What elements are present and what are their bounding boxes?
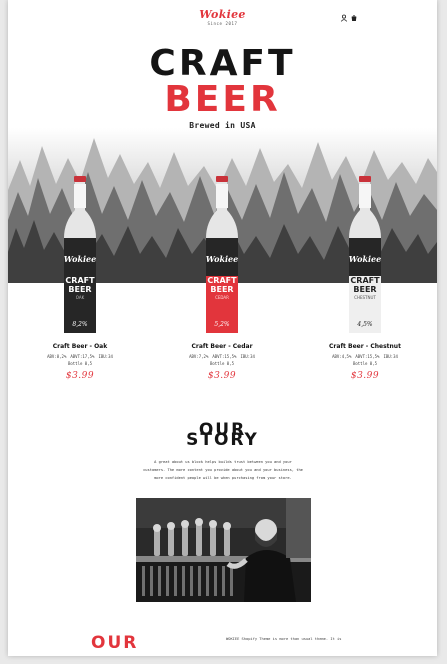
story-text-line: more confident people will be when purch… [154,476,292,481]
product-price: $3.99 [350,371,380,381]
product-specs: ABV:8,2% ABVT:17,5% IBU:34 [15,353,145,360]
hero-subtitle: Brewed in USA [189,121,256,130]
bartender-photo [136,498,311,602]
logo-text: Wokiee [199,8,246,21]
product-card-chestnut: Craft Beer - Chestnut ABV:4,5% ABVT:15,5%… [300,342,430,382]
product-card-cedar: Craft Beer - Cedar ABV:7,2% ABVT:15,5% IBU… [157,342,287,382]
bottle-label-top: CRAFT [350,276,380,285]
bottle-badge: 4,5% [356,321,373,328]
product-ibu: IBU:34 [240,354,255,359]
section-text: WOKIEE Shopify Theme is more than usual … [226,635,366,643]
svg-text:Wokiee: Wokiee [64,254,96,264]
product-abv: ABV:4,5% [332,354,352,359]
product-bottle-size: Bottle 0,5 [67,361,93,366]
product-abvt: ABVT:15,5% [355,354,380,359]
product-bottle-size: Bottle 0,5 [209,361,235,366]
product-abvt: ABVT:15,5% [212,354,237,359]
product-abv: ABV:8,2% [47,354,67,359]
product-ibu: IBU:34 [383,354,398,359]
bottle-label-bottom: BEER [68,285,91,294]
product-ibu: IBU:34 [98,354,113,359]
product-bottle-cedar[interactable]: Wokiee CRAFT BEER CEDAR 5,2% [202,176,242,334]
product-bottle-size: Bottle 0,5 [352,361,378,366]
hero-title-craft: CRAFT [149,43,296,84]
page: Wokiee Since 2017 CRAFT BEER Brewed in U… [8,0,437,656]
bottle-label-top: CRAFT [207,276,237,285]
story-text-line: customers. The more content you provide … [143,468,303,473]
story-title-line2: STORY [186,430,259,450]
product-price: $3.99 [65,371,95,381]
section-title-partial: OUR [91,633,139,653]
product-abvt: ABVT:17,5% [70,354,95,359]
logo[interactable]: Wokiee Since 2017 [8,9,437,27]
product-bottle-chestnut[interactable]: Wokiee CRAFT BEER CHESTNUT 4,5% [345,176,385,334]
bottle-badge: 8,2% [72,321,88,328]
product-abv: ABV:7,2% [189,354,209,359]
user-icon[interactable] [340,14,348,22]
story-text: A great about us block helps builds trus… [133,458,313,483]
product-name[interactable]: Craft Beer - Cedar [157,342,287,351]
bottle-label-top: CRAFT [65,276,95,285]
bottle-variant: OAK [76,295,85,300]
logo-since: Since 2017 [207,21,238,26]
bottle-badge: 5,2% [214,321,230,328]
site-header: Wokiee Since 2017 [8,0,437,40]
product-name[interactable]: Craft Beer - Oak [15,342,145,351]
bottle-variant: CHESTNUT [354,295,376,300]
bottle-label-bottom: BEER [210,285,233,294]
svg-text:Wokiee: Wokiee [206,254,238,264]
product-specs: ABV:4,5% ABVT:15,5% IBU:34 [300,353,430,360]
product-card-oak: Craft Beer - Oak ABV:8,2% ABVT:17,5% IBU:3… [15,342,145,382]
bottle-variant: CEDAR [215,295,229,300]
product-price: $3.99 [207,371,237,381]
section-text-line: WOKIEE Shopify Theme is more than usual … [226,637,342,641]
svg-text:Wokiee: Wokiee [349,254,381,264]
story-text-line: A great about us block helps builds trus… [154,460,292,464]
bottle-label-bottom: BEER [353,285,376,294]
hero-title-beer: BEER [164,79,281,120]
cart-icon[interactable] [350,14,358,22]
product-name[interactable]: Craft Beer - Chestnut [300,342,430,351]
product-bottle-oak[interactable]: Wokiee CRAFT BEER OAK 8,2% [60,176,100,334]
product-specs: ABV:7,2% ABVT:15,5% IBU:34 [157,353,287,360]
